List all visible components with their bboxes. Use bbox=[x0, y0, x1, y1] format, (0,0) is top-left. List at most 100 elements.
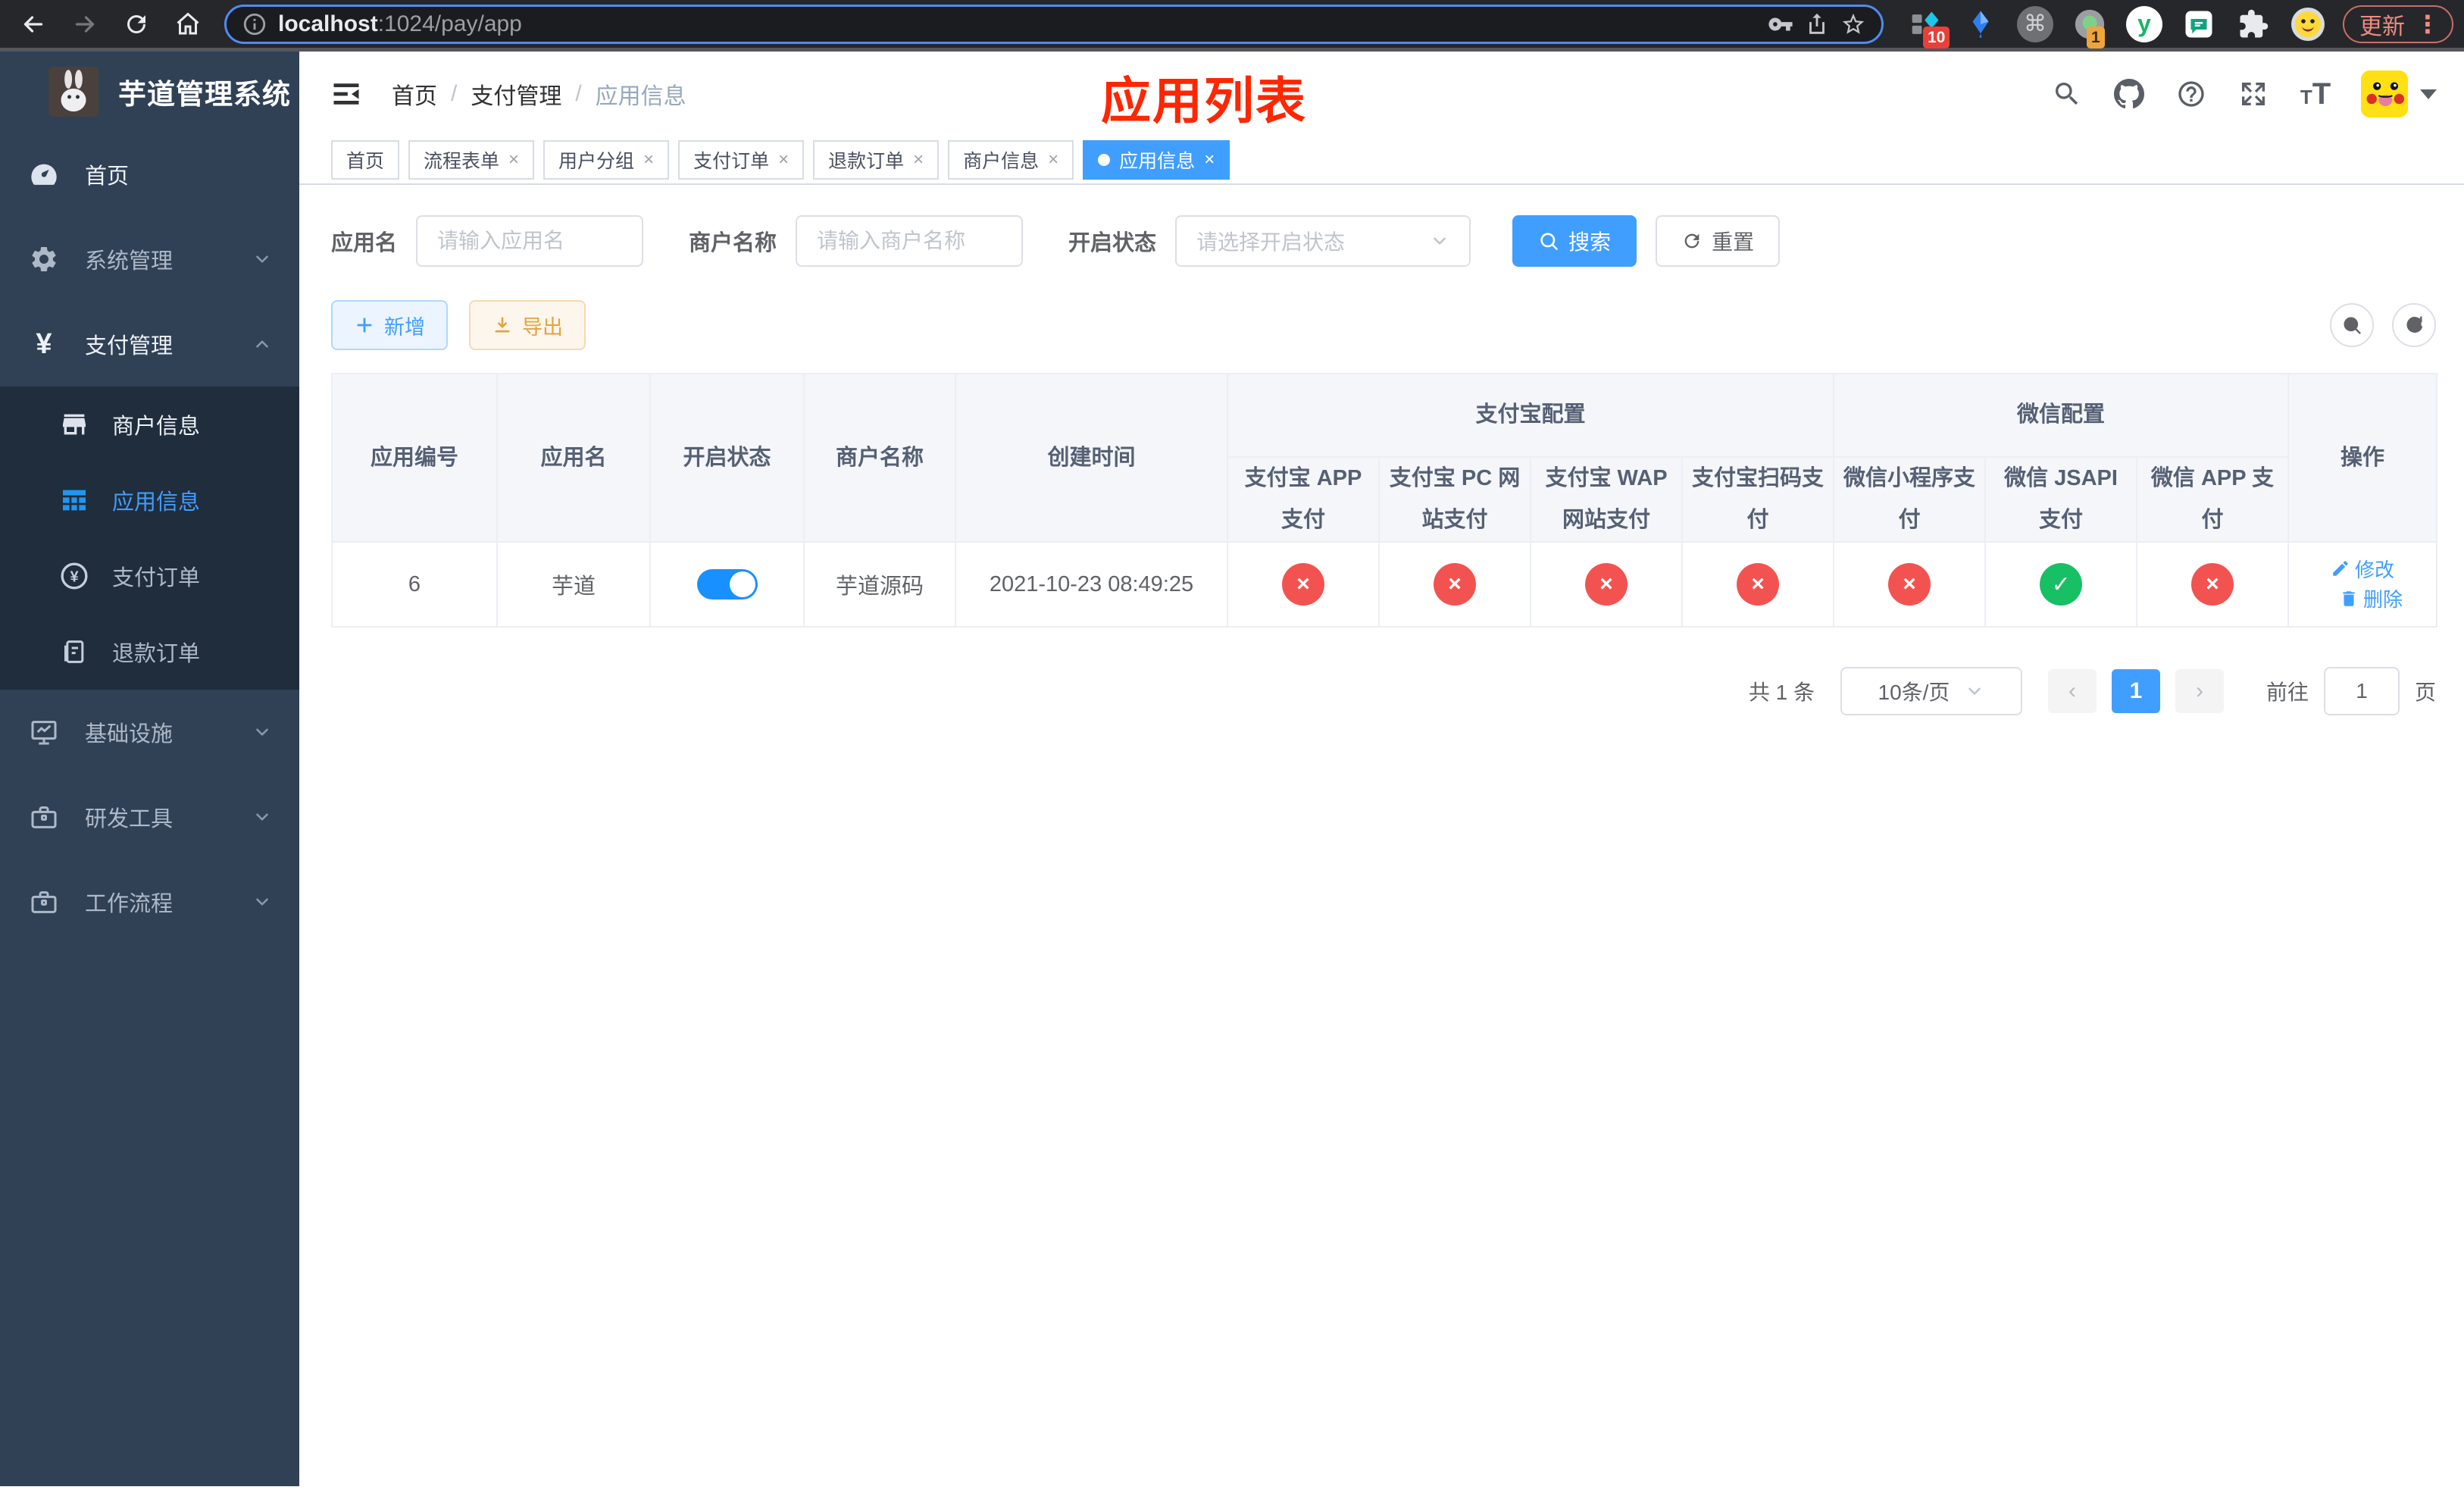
merchant-name-input-wrap bbox=[796, 215, 1024, 267]
wechat-jsapi-status-icon: ✓ bbox=[2040, 563, 2083, 606]
bookmark-star-icon[interactable] bbox=[1840, 11, 1866, 37]
sidebar-item-payment[interactable]: ¥ 支付管理 bbox=[0, 302, 299, 387]
site-info-icon[interactable] bbox=[242, 11, 267, 37]
trash-icon bbox=[2343, 590, 2355, 606]
extensions-puzzle-icon[interactable] bbox=[2234, 5, 2273, 44]
close-icon[interactable]: × bbox=[778, 151, 789, 169]
chrome-update-button[interactable]: 更新 ⋮ bbox=[2343, 5, 2453, 43]
cell-merchant: 芋道源码 bbox=[803, 541, 956, 628]
total-count: 共 1 条 bbox=[1748, 681, 1815, 705]
svg-text:¥: ¥ bbox=[70, 569, 79, 586]
goto-label: 前往 bbox=[2265, 681, 2309, 705]
close-icon[interactable]: × bbox=[508, 151, 519, 169]
close-icon[interactable]: × bbox=[913, 151, 924, 169]
extension-badge: 10 bbox=[1923, 26, 1950, 49]
page-annotation-title: 应用列表 bbox=[1101, 73, 1307, 129]
col-header-app-name: 应用名 bbox=[496, 372, 651, 543]
sidebar-item-pay-order[interactable]: ¥ 支付订单 bbox=[0, 538, 299, 614]
share-icon[interactable] bbox=[1804, 11, 1830, 37]
status-toggle[interactable] bbox=[696, 569, 758, 600]
col-header-status: 开启状态 bbox=[649, 372, 805, 543]
extension-command-icon[interactable]: ⌘ bbox=[2015, 5, 2055, 44]
forward-icon[interactable] bbox=[62, 5, 108, 44]
app-name-input[interactable] bbox=[437, 229, 623, 253]
active-dot bbox=[1098, 154, 1111, 166]
status-select[interactable]: 请选择开启状态 bbox=[1175, 215, 1471, 267]
goto-page-input[interactable] bbox=[2323, 667, 2400, 716]
app-logo[interactable]: 芋道管理系统 bbox=[0, 52, 299, 132]
sidebar-item-workflow[interactable]: 工作流程 bbox=[0, 859, 299, 944]
extension-kite-icon[interactable] bbox=[1961, 5, 2000, 44]
extension-tango-icon[interactable]: 10 bbox=[1906, 5, 1950, 49]
breadcrumb-payment[interactable]: 支付管理 bbox=[471, 77, 561, 111]
password-key-icon[interactable] bbox=[1768, 11, 1793, 37]
profile-avatar-icon[interactable] bbox=[2288, 5, 2328, 44]
breadcrumb-home[interactable]: 首页 bbox=[392, 77, 437, 111]
cell-app-name: 芋道 bbox=[496, 541, 651, 628]
close-icon[interactable]: × bbox=[643, 151, 654, 169]
tab-merchant-info[interactable]: 商户信息 × bbox=[948, 140, 1074, 180]
chevron-down-icon bbox=[256, 728, 268, 736]
home-icon[interactable] bbox=[165, 5, 211, 44]
col-header-app-id: 应用编号 bbox=[331, 372, 498, 543]
page-size-select[interactable]: 10条/页 bbox=[1840, 667, 2022, 716]
table-search-toggle-button[interactable] bbox=[2330, 303, 2374, 347]
tab-refund-order[interactable]: 退款订单 × bbox=[813, 140, 940, 180]
delete-link[interactable]: 删除 bbox=[2339, 584, 2403, 612]
chevron-down-icon bbox=[256, 255, 268, 263]
github-icon[interactable] bbox=[2112, 77, 2146, 111]
merchant-name-input[interactable] bbox=[817, 229, 1002, 253]
tab-user-group[interactable]: 用户分组 × bbox=[543, 140, 670, 180]
user-avatar bbox=[2361, 70, 2408, 117]
collapse-sidebar-icon[interactable] bbox=[322, 70, 371, 118]
chevron-down-icon bbox=[256, 898, 268, 906]
extension-badge: 1 bbox=[2087, 26, 2105, 49]
sidebar-item-system[interactable]: 系统管理 bbox=[0, 217, 299, 302]
app-name-label: 应用名 bbox=[331, 231, 398, 255]
col-header-alipay-pc: 支付宝 PC 网站支付 bbox=[1378, 455, 1531, 543]
back-icon[interactable] bbox=[11, 5, 56, 44]
extension-recorder-icon[interactable]: 1 bbox=[2070, 5, 2109, 49]
sidebar-item-merchant-info[interactable]: 商户信息 bbox=[0, 387, 299, 462]
user-menu[interactable] bbox=[2361, 70, 2437, 117]
header-search-icon[interactable] bbox=[2050, 77, 2084, 111]
tab-app-info[interactable]: 应用信息 × bbox=[1083, 140, 1230, 180]
sidebar-item-home[interactable]: 首页 bbox=[0, 132, 299, 217]
add-button[interactable]: 新增 bbox=[331, 300, 448, 350]
sidebar-item-refund-order[interactable]: 退款订单 bbox=[0, 614, 299, 690]
payment-submenu: 商户信息 应用信息 ¥ 支付订单 退款订单 bbox=[0, 387, 299, 690]
reload-icon[interactable] bbox=[114, 5, 159, 44]
app-header: 首页 / 支付管理 / 应用信息 TT bbox=[299, 52, 2464, 136]
extension-yuque-icon[interactable]: y bbox=[2125, 5, 2164, 44]
breadcrumb: 首页 / 支付管理 / 应用信息 bbox=[392, 77, 686, 111]
tab-process-form[interactable]: 流程表单 × bbox=[408, 140, 535, 180]
chrome-menu-icon[interactable]: ⋮ bbox=[2416, 10, 2440, 39]
url-bar[interactable]: localhost:1024/pay/app bbox=[224, 4, 1884, 44]
help-icon[interactable] bbox=[2175, 77, 2208, 111]
extension-chat-icon[interactable] bbox=[2179, 5, 2219, 44]
search-button[interactable]: 搜索 bbox=[1512, 215, 1637, 267]
fullscreen-icon[interactable] bbox=[2237, 77, 2270, 111]
group-header-wechat: 微信配置 bbox=[1833, 373, 2290, 458]
font-size-icon[interactable]: TT bbox=[2299, 77, 2332, 111]
close-icon[interactable]: × bbox=[1204, 151, 1215, 169]
page-number-1[interactable]: 1 bbox=[2111, 669, 2160, 714]
chevron-down-icon bbox=[256, 813, 268, 821]
close-icon[interactable]: × bbox=[1048, 151, 1058, 169]
reset-button[interactable]: 重置 bbox=[1656, 215, 1781, 267]
table-refresh-button[interactable] bbox=[2392, 303, 2436, 347]
sidebar-item-infrastructure[interactable]: 基础设施 bbox=[0, 690, 299, 775]
sidebar-item-dev-tools[interactable]: 研发工具 bbox=[0, 775, 299, 859]
edit-link[interactable]: 修改 bbox=[2331, 555, 2394, 583]
app-name-input-wrap bbox=[416, 215, 644, 267]
prev-page-button[interactable]: ‹ bbox=[2047, 669, 2097, 714]
sidebar-item-app-info[interactable]: 应用信息 bbox=[0, 462, 299, 538]
tab-pay-order[interactable]: 支付订单 × bbox=[678, 140, 805, 180]
chevron-down-icon bbox=[1968, 687, 1981, 695]
tab-home[interactable]: 首页 bbox=[331, 140, 400, 180]
export-button[interactable]: 导出 bbox=[469, 300, 586, 350]
col-header-ops: 操作 bbox=[2287, 372, 2438, 543]
yen-icon: ¥ bbox=[36, 328, 52, 360]
next-page-button[interactable]: › bbox=[2175, 669, 2224, 714]
breadcrumb-current: 应用信息 bbox=[595, 84, 686, 109]
